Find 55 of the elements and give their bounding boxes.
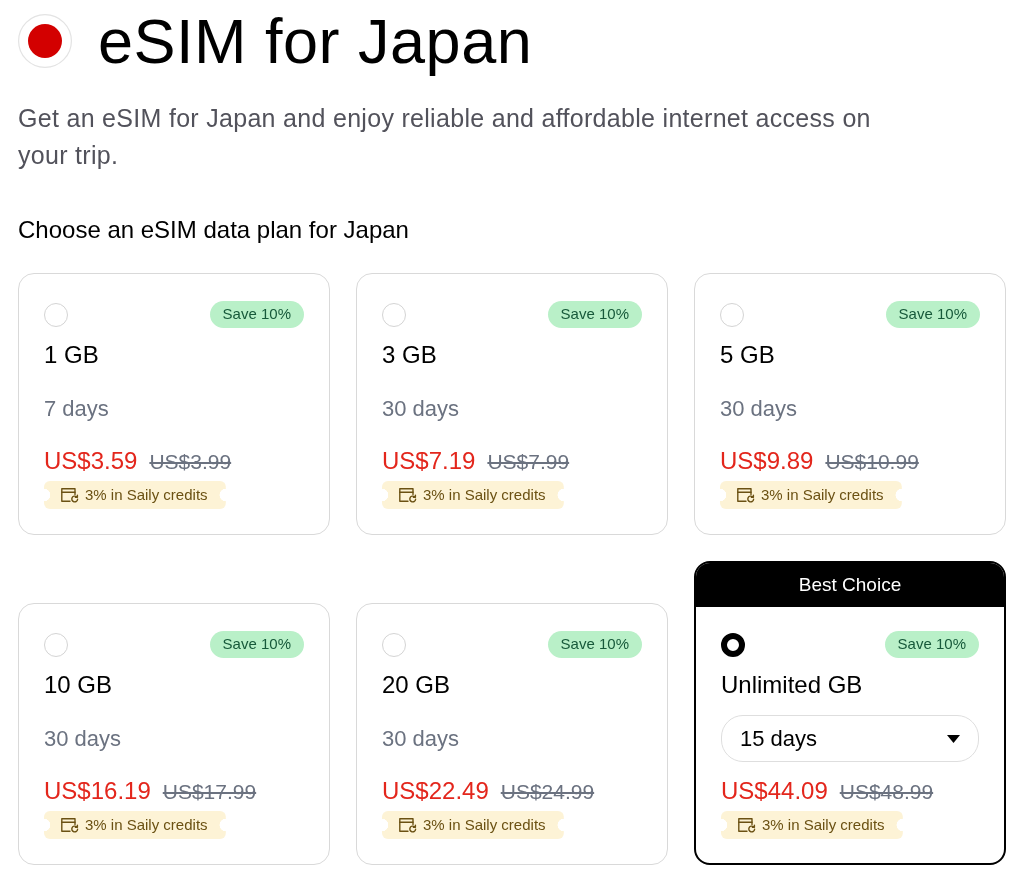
wallet-icon bbox=[399, 487, 417, 503]
original-price: US$10.99 bbox=[825, 449, 919, 475]
wallet-icon bbox=[738, 817, 756, 833]
section-heading: Choose an eSIM data plan for Japan bbox=[18, 215, 410, 245]
plan-card[interactable]: Save 10% 10 GB 30 days US$16.19 US$17.99 3% in Saily credits bbox=[18, 603, 330, 865]
plan-data-amount: 10 GB bbox=[44, 670, 114, 700]
original-price: US$24.99 bbox=[500, 779, 595, 805]
plan-data-amount: 1 GB bbox=[44, 340, 100, 370]
plan-data-amount: Unlimited GB bbox=[721, 670, 864, 700]
sale-price: US$9.89 bbox=[720, 446, 814, 476]
plan-card[interactable]: Save 10% 3 GB 30 days US$7.19 US$7.99 3% in Saily credits bbox=[356, 273, 668, 535]
discount-badge: Save 10% bbox=[209, 631, 304, 658]
original-price: US$48.99 bbox=[839, 779, 934, 805]
plan-card[interactable]: Save 10% 5 GB 30 days US$9.89 US$10.99 3% in Saily credits bbox=[694, 273, 1006, 535]
plan-duration: 30 days bbox=[382, 724, 460, 753]
discount-badge: Save 10% bbox=[209, 301, 304, 328]
wallet-icon bbox=[61, 817, 79, 833]
sale-price: US$44.09 bbox=[721, 776, 828, 806]
flag-icon bbox=[18, 14, 72, 68]
original-price: US$7.99 bbox=[487, 449, 570, 475]
sale-price: US$22.49 bbox=[382, 776, 489, 806]
sale-price: US$16.19 bbox=[44, 776, 151, 806]
credits-label: 3% in Saily credits bbox=[423, 485, 546, 505]
caret-icon bbox=[947, 734, 960, 743]
discount-badge: Save 10% bbox=[547, 631, 642, 658]
plan-duration: 30 days bbox=[720, 394, 798, 423]
plan-data-amount: 20 GB bbox=[382, 670, 452, 700]
duration-dropdown[interactable]: 15 days bbox=[721, 715, 979, 762]
original-price: US$3.99 bbox=[149, 449, 232, 475]
plan-data-amount: 3 GB bbox=[382, 340, 438, 370]
plan-data-amount: 5 GB bbox=[720, 340, 776, 370]
wallet-icon bbox=[399, 817, 417, 833]
credits-label: 3% in Saily credits bbox=[85, 815, 208, 835]
page-description: Get an eSIM for Japan and enjoy reliable and affordable internet access on your trip. bbox=[18, 103, 872, 171]
plan-card[interactable]: Save 10% 20 GB 30 days US$22.49 US$24.99 3% in Saily credits bbox=[356, 603, 668, 865]
plan-duration: 30 days bbox=[44, 724, 122, 753]
page-title: eSIM for Japan bbox=[98, 6, 533, 76]
discount-badge: Save 10% bbox=[547, 301, 642, 328]
plan-card[interactable]: Save 10% 1 GB 7 days US$3.59 US$3.99 3% in Saily credits bbox=[18, 273, 330, 535]
credits-label: 3% in Saily credits bbox=[423, 815, 546, 835]
credits-label: 3% in Saily credits bbox=[761, 485, 884, 505]
plan-duration: 7 days bbox=[44, 394, 109, 423]
credits-label: 3% in Saily credits bbox=[85, 485, 208, 505]
radio-button[interactable] bbox=[721, 632, 745, 657]
discount-badge: Save 10% bbox=[885, 301, 980, 328]
plan-ribbon: Best Choice bbox=[696, 563, 1004, 607]
sale-price: US$3.59 bbox=[44, 446, 138, 476]
wallet-icon bbox=[61, 487, 79, 503]
wallet-icon bbox=[737, 487, 755, 503]
credits-label: 3% in Saily credits bbox=[762, 815, 885, 835]
original-price: US$17.99 bbox=[162, 779, 257, 805]
discount-badge: Save 10% bbox=[884, 631, 979, 658]
sale-price: US$7.19 bbox=[382, 446, 476, 476]
plan-card[interactable]: Best Choice Save 10% Unlimited GB 15 days US$44.09 US$48.99 3% in Saily credits bbox=[694, 561, 1006, 865]
plan-duration: 30 days bbox=[382, 394, 460, 423]
